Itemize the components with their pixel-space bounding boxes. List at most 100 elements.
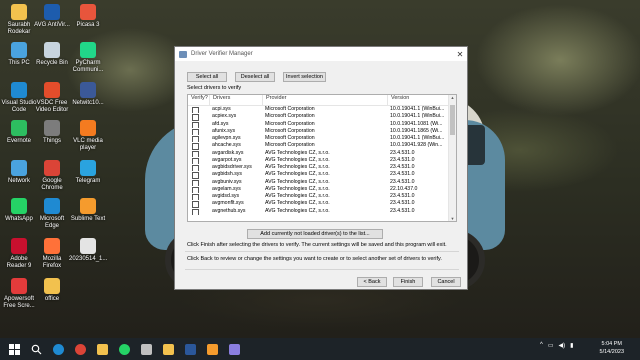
table-row[interactable]: ahcache.sys Microsoft Corporation 10.0.190… — [188, 142, 456, 150]
table-row[interactable]: acpi.sys Microsoft Corporation 10.0.19041.… — [188, 106, 456, 114]
desktop-icon[interactable]: Sublime Text — [69, 198, 107, 223]
desktop-icon[interactable]: VLC media player — [69, 120, 107, 152]
desktop-icon[interactable]: office — [33, 278, 71, 303]
desktop-icon[interactable]: Picasa 3 — [69, 4, 107, 29]
desktop-icon[interactable]: 20230514_1... — [69, 238, 107, 263]
file-explorer-icon[interactable] — [157, 338, 179, 360]
version-cell: 10.0.19041.1 (WinBui... — [390, 106, 445, 112]
table-row[interactable]: avgnethub.sys AVG Technologies CZ, s.r.o.… — [188, 208, 456, 215]
battery-icon[interactable]: ▮ — [570, 342, 573, 349]
firefox-icon — [44, 238, 60, 254]
start-icon[interactable] — [3, 338, 25, 360]
select-all-button[interactable]: Select all — [187, 72, 227, 82]
driver-list[interactable]: Verify? Drivers Provider Version acpi.sy… — [187, 94, 457, 222]
things-icon — [44, 120, 60, 136]
image-file-icon — [80, 238, 96, 254]
desktop-icon-label: Recycle Bin — [36, 60, 68, 66]
provider-cell: AVG Technologies CZ, s.r.o. — [265, 164, 330, 170]
list-scrollbar[interactable]: ▲ ▼ — [448, 95, 456, 221]
desktop-icon[interactable]: Mozilla Firefox — [33, 238, 71, 270]
table-row[interactable]: avgbidsh.sys AVG Technologies CZ, s.r.o. 2… — [188, 171, 456, 179]
verify-checkbox-cell — [188, 142, 209, 150]
back-button[interactable]: < Back — [357, 277, 387, 287]
driver-name-cell: ahcache.sys — [212, 142, 241, 149]
desktop-icon[interactable]: Google Chrome — [33, 160, 71, 192]
list-label: Select drivers to verify — [187, 85, 242, 91]
table-row[interactable]: avgmonflt.sys AVG Technologies CZ, s.r.o.… — [188, 200, 456, 208]
column-header-drivers[interactable]: Drivers — [209, 95, 262, 105]
desktop-icon[interactable]: PyCharm Communi... — [69, 42, 107, 74]
table-row[interactable]: afd.sys Microsoft Corporation 10.0.19041.1… — [188, 121, 456, 128]
cancel-button[interactable]: Cancel — [431, 277, 461, 287]
driver-name-cell: avgbidsh.sys — [212, 171, 242, 178]
verify-checkbox-cell — [188, 208, 209, 215]
desktop-icon[interactable]: AVG AntiVir... — [33, 4, 71, 29]
table-row[interactable]: acpiex.sys Microsoft Corporation 10.0.1904… — [188, 113, 456, 121]
desktop-icon[interactable]: Things — [33, 120, 71, 145]
table-row[interactable]: afunix.sys Microsoft Corporation 10.0.1904… — [188, 128, 456, 135]
driver-name-cell: acpi.sys — [212, 106, 231, 112]
driver-name-cell: avgardisk.sys — [212, 149, 244, 156]
dialog-title: Driver Verifier Manager — [191, 51, 253, 57]
chevron-up-icon[interactable]: ^ — [540, 342, 543, 349]
verify-checkbox-cell — [188, 128, 209, 135]
desktop-icon[interactable]: VSDC Free Video Editor — [33, 82, 71, 114]
search-icon[interactable] — [25, 338, 47, 360]
driver-name-cell: avgidsd.sys — [212, 193, 240, 199]
driver-verifier-dialog: Driver Verifier Manager ✕ Select all Des… — [174, 46, 468, 290]
deselect-all-button[interactable]: Deselect all — [235, 72, 275, 82]
list-header: Verify? Drivers Provider Version — [188, 95, 456, 106]
whatsapp-icon — [11, 198, 27, 214]
desktop-icon-label: office — [44, 296, 60, 302]
avg-icon — [44, 4, 60, 20]
driver-name-cell: avgmonflt.sys — [212, 200, 244, 207]
provider-cell: AVG Technologies CZ, s.r.o. — [265, 156, 330, 163]
close-icon[interactable]: ✕ — [453, 50, 467, 59]
table-row[interactable]: avgardisk.sys AVG Technologies CZ, s.r.o.… — [188, 150, 456, 157]
clock-time: 5:04 PM — [601, 341, 622, 347]
column-header-provider[interactable]: Provider — [262, 95, 387, 105]
version-cell: 23.4.531.0 — [390, 171, 415, 178]
invert-selection-button[interactable]: Invert selection — [283, 72, 326, 82]
verify-checkbox[interactable] — [192, 208, 199, 215]
provider-cell: AVG Technologies CZ, s.r.o. — [265, 185, 330, 192]
column-header-verify[interactable]: Verify? — [188, 95, 209, 105]
table-row[interactable]: avgbuniv.sys AVG Technologies CZ, s.r.o. 2… — [188, 179, 456, 186]
edge-icon[interactable] — [47, 338, 69, 360]
table-row[interactable]: agilevpn.sys Microsoft Corporation 10.0.19… — [188, 135, 456, 143]
scroll-up-icon[interactable]: ▲ — [449, 95, 456, 100]
system-tray: ^ ▭ ◀) ▮ — [540, 342, 573, 349]
network-tool-icon — [80, 82, 96, 98]
add-not-loaded-drivers-button[interactable]: Add currently not loaded driver(s) to th… — [247, 229, 383, 239]
whatsapp-icon[interactable] — [113, 338, 135, 360]
app-icon[interactable] — [135, 338, 157, 360]
scrollbar-thumb[interactable] — [450, 105, 455, 135]
chrome-icon[interactable] — [69, 338, 91, 360]
table-row[interactable]: avgarpot.sys AVG Technologies CZ, s.r.o. 2… — [188, 157, 456, 164]
volume-icon[interactable]: ◀) — [559, 342, 566, 349]
version-cell: 23.4.531.0 — [390, 193, 415, 199]
sublime-icon[interactable] — [201, 338, 223, 360]
divider — [185, 269, 459, 270]
column-header-version[interactable]: Version — [387, 95, 448, 105]
scroll-down-icon[interactable]: ▼ — [449, 216, 456, 221]
app-icon[interactable] — [223, 338, 245, 360]
provider-cell: Microsoft Corporation — [265, 120, 315, 127]
taskbar-clock[interactable]: 5:04 PM 5/14/2023 — [600, 340, 624, 356]
table-row[interactable]: avgidsd.sys AVG Technologies CZ, s.r.o. 23… — [188, 193, 456, 201]
finish-button[interactable]: Finish — [393, 277, 423, 287]
network-icon[interactable]: ▭ — [548, 342, 554, 349]
driver-name-cell: agilevpn.sys — [212, 135, 241, 141]
divider — [185, 251, 459, 252]
table-row[interactable]: avgelam.sys AVG Technologies CZ, s.r.o. 22… — [188, 186, 456, 193]
clock-date: 5/14/2023 — [599, 349, 624, 355]
desktop-icon[interactable]: Microsoft Edge — [33, 198, 71, 230]
computer-icon — [11, 42, 27, 58]
version-cell: 23.4.531.0 — [390, 164, 415, 170]
desktop-icon[interactable]: Recycle Bin — [33, 42, 71, 67]
word-icon[interactable] — [179, 338, 201, 360]
desktop-icon[interactable]: Netwitc10... — [69, 82, 107, 107]
table-row[interactable]: avgbidsdriver.sys AVG Technologies CZ, s.… — [188, 164, 456, 172]
desktop-icon[interactable]: Telegram — [69, 160, 107, 185]
file-explorer-icon[interactable] — [91, 338, 113, 360]
